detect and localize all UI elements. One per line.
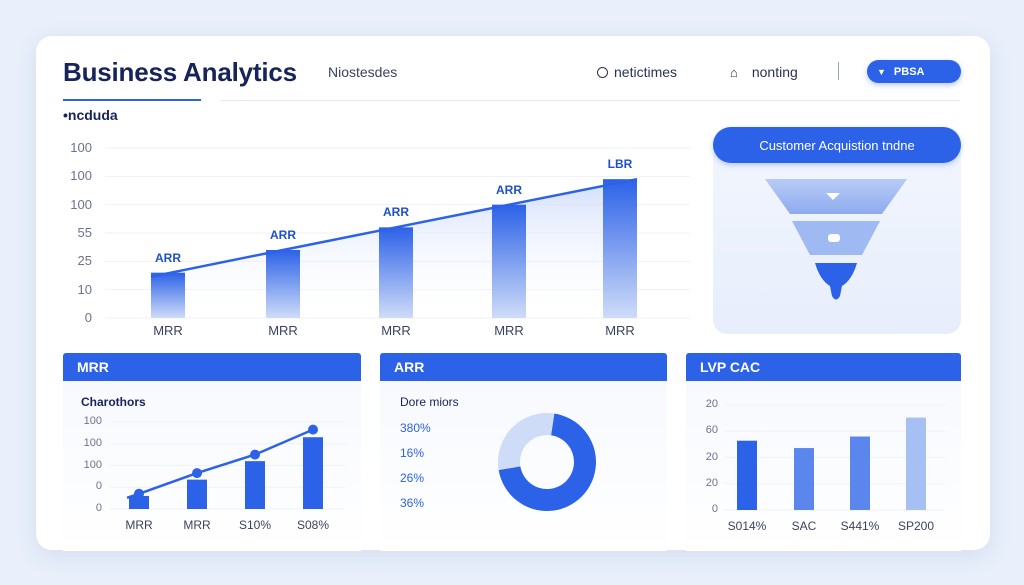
nav-item-nonting[interactable]: ⌂ nonting <box>730 64 798 80</box>
y-tick-label: 20 <box>705 398 718 410</box>
percent-label: 380% <box>400 421 431 435</box>
x-tick-label: S014% <box>727 519 767 533</box>
x-tick-label: SP200 <box>897 519 935 533</box>
action-button[interactable]: ▼ PBSA <box>867 60 961 83</box>
data-label: LBR <box>607 157 633 172</box>
y-tick-label: 0 <box>711 503 718 515</box>
y-tick-label: 100 <box>70 196 92 212</box>
y-tick-label: 0 <box>84 310 92 325</box>
x-tick-label: MRR <box>268 323 298 338</box>
y-tick-label: 100 <box>83 458 102 471</box>
home-icon: ⌂ <box>730 64 738 80</box>
data-label: ARR <box>496 182 522 197</box>
x-tick-label: MRR <box>153 323 183 338</box>
action-button-label: PBSA <box>893 65 925 78</box>
funnel-title[interactable]: Customer Acquistion tndne <box>713 127 961 163</box>
y-tick-label: 60 <box>705 424 718 437</box>
y-tick-label: 20 <box>705 450 718 463</box>
percent-label: 16% <box>400 446 425 460</box>
panel-mrr-title: MRR <box>63 353 361 381</box>
x-tick-label: S10% <box>238 518 272 532</box>
y-tick-label: 100 <box>83 415 102 427</box>
nav-divider <box>838 62 839 80</box>
percent-label: 36% <box>400 496 425 510</box>
x-tick-label: MRR <box>183 518 211 532</box>
x-tick-label: MRR <box>125 518 153 532</box>
y-tick-label: 25 <box>77 253 92 269</box>
x-tick-label: S08% <box>296 518 330 532</box>
arrow-down-icon: ▼ <box>877 66 886 77</box>
section-label: •ncduda <box>63 107 118 123</box>
panel-lvp-cac-title: LVP CAC <box>686 353 961 381</box>
data-label: ARR <box>155 250 181 265</box>
y-tick-label: 0 <box>95 480 102 493</box>
nav-item-netictimes[interactable]: netictimes <box>597 64 677 80</box>
y-tick-label: 10 <box>77 281 92 297</box>
nav-item-label: netictimes <box>614 64 678 80</box>
y-tick-label: 100 <box>70 140 92 155</box>
panel-mrr-subtitle: Charothors <box>81 395 146 409</box>
circle-icon <box>597 66 608 78</box>
y-tick-label: 55 <box>77 225 92 240</box>
x-tick-label: S441% <box>840 519 880 533</box>
header-divider <box>220 100 960 101</box>
percent-label: 26% <box>400 471 425 485</box>
y-tick-label: 20 <box>705 476 718 489</box>
data-label: ARR <box>270 228 296 242</box>
y-tick-label: 100 <box>83 436 102 449</box>
x-tick-label: SAC <box>791 519 817 533</box>
data-label: ARR <box>383 205 409 220</box>
title-underline <box>63 99 201 101</box>
y-tick-label: 100 <box>70 168 92 184</box>
page-subtitle: Niostesdes <box>328 64 398 80</box>
x-tick-label: MRR <box>494 323 524 338</box>
x-tick-label: MRR <box>605 323 635 338</box>
panel-arr-title: ARR <box>380 353 667 381</box>
y-tick-label: 0 <box>95 502 102 514</box>
nav-item-label: nonting <box>751 64 798 80</box>
panel-arr-body: Dore miors <box>380 381 667 551</box>
x-tick-label: MRR <box>381 323 411 338</box>
page-title: Business Analytics <box>63 57 297 87</box>
panel-arr-subtitle: Dore miors <box>400 395 459 409</box>
